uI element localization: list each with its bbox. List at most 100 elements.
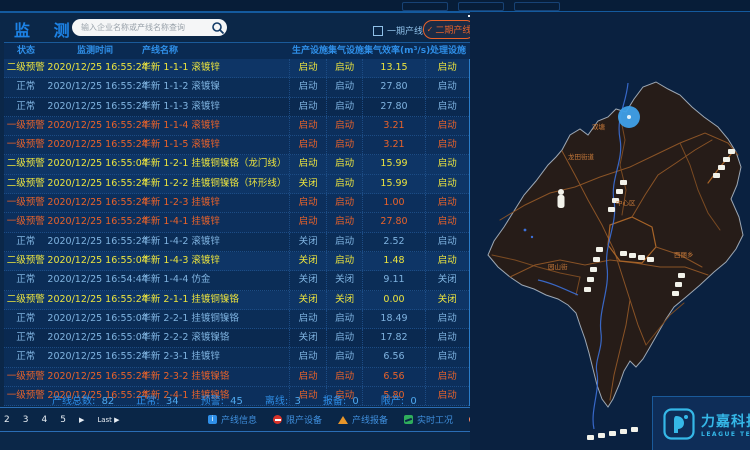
- cell-line-name: 华新 1-1-2 滚镀镍: [141, 78, 289, 96]
- cell-status: 一级预警: [4, 194, 47, 212]
- table-row[interactable]: 二级预警 2020/12/25 16:55:24 华新 1-2-2 挂镀铜镍铬（…: [4, 175, 469, 194]
- cell-line-name: 华新 1-1-4 滚镀锌: [141, 117, 289, 135]
- cell-production-facility: 关闭: [289, 271, 326, 289]
- cell-line-name: 华新 2-3-1 挂镀锌: [141, 348, 289, 366]
- table-row[interactable]: 一级预警 2020/12/25 16:55:24 华新 1-1-5 滚镀锌 启动…: [4, 136, 469, 155]
- page-button[interactable]: 4: [41, 415, 47, 425]
- cell-time: 2020/12/25 16:55:04: [47, 155, 141, 173]
- cell-treatment-facility: 启动: [425, 368, 469, 386]
- road-sign-chip: [638, 255, 645, 260]
- table-row[interactable]: 一级预警 2020/12/25 16:55:24 华新 1-1-4 滚镀锌 启动…: [4, 117, 469, 136]
- next-page-button[interactable]: ▶: [79, 416, 84, 424]
- legend-item-limit-circle[interactable]: 限产设备: [273, 413, 322, 426]
- road-sign-chip: [723, 157, 730, 162]
- search-button[interactable]: [211, 21, 225, 35]
- page-button[interactable]: 3: [23, 415, 29, 425]
- cell-treatment-facility: 启动: [425, 213, 469, 231]
- cell-treatment-facility: 关闭: [425, 271, 469, 289]
- legend-label: 限产设备: [286, 413, 322, 426]
- district-boundary: [488, 82, 743, 407]
- legend-item-report-triangle[interactable]: 产线报备: [338, 413, 388, 426]
- monitoring-dashboard: 监 测 一期产线 ✓ 二期产线 状态监测时间产线名称生产设施集气设施集气效率(m…: [0, 0, 750, 450]
- search-input[interactable]: [72, 23, 211, 32]
- page-button[interactable]: 5: [60, 415, 66, 425]
- cell-line-name: 华新 1-1-5 滚镀锌: [141, 136, 289, 154]
- table-row[interactable]: 正常 2020/12/25 16:54:44 华新 1-4-4 仿金 关闭 关闭…: [4, 271, 469, 290]
- road-sign-chip: [598, 433, 605, 438]
- search-box: [72, 19, 227, 36]
- table-body: 二级预警 2020/12/25 16:55:24 华新 1-1-1 滚镀锌 启动…: [4, 59, 471, 406]
- cell-gas-efficiency: 1.00: [362, 194, 424, 212]
- cell-treatment-facility: 启动: [425, 348, 469, 366]
- cell-gas-efficiency: 6.56: [362, 368, 424, 386]
- cell-status: 一级预警: [4, 136, 47, 154]
- table-row[interactable]: 二级预警 2020/12/25 16:55:04 华新 1-4-3 滚镀锌 关闭…: [4, 252, 469, 271]
- brand-panel: 力嘉科技 LEAGUE TECH: [652, 396, 750, 450]
- table-row[interactable]: 一级预警 2020/12/25 16:55:24 华新 1-2-3 挂镀锌 启动…: [4, 194, 469, 213]
- table-row[interactable]: 一级预警 2020/12/25 16:55:24 华新 1-4-1 挂镀锌 启动…: [4, 213, 469, 232]
- legend-item-info-square[interactable]: i产线信息: [208, 413, 257, 426]
- monitor-table: 状态监测时间产线名称生产设施集气设施集气效率(m³/s)处理设施 二级预警 20…: [4, 42, 471, 406]
- table-row[interactable]: 正常 2020/12/25 16:55:24 华新 1-1-2 滚镀镍 启动 启…: [4, 78, 469, 97]
- cell-gas-facility: 启动: [326, 175, 363, 193]
- cell-status: 一级预警: [4, 213, 47, 231]
- cell-line-name: 华新 1-2-2 挂镀铜镍铬（环形线）: [141, 175, 289, 193]
- cell-time: 2020/12/25 16:55:04: [47, 252, 141, 270]
- cell-treatment-facility: 启动: [425, 98, 469, 116]
- summary-bar: 产线总数: 82正常: 34预警: 45离线: 3报备: 0限产: 0: [52, 392, 452, 407]
- cell-status: 二级预警: [4, 175, 47, 193]
- cell-gas-efficiency: 27.80: [362, 213, 424, 231]
- legend-item-realtime[interactable]: 实时工况: [404, 413, 453, 426]
- cell-time: 2020/12/25 16:55:24: [47, 98, 141, 116]
- road-sign-chip: [647, 257, 654, 262]
- phase1-checkbox[interactable]: 一期产线: [373, 24, 423, 37]
- cell-gas-efficiency: 3.21: [362, 136, 424, 154]
- cell-gas-facility: 启动: [326, 252, 363, 270]
- road-sign-chip: [609, 431, 616, 436]
- table-row[interactable]: 二级预警 2020/12/25 16:55:04 华新 1-2-1 挂镀铜镍铬（…: [4, 155, 469, 174]
- cell-gas-efficiency: 9.11: [362, 271, 424, 289]
- cell-gas-facility: 启动: [326, 194, 363, 212]
- road-sign-chip: [616, 189, 623, 194]
- column-header: 状态: [4, 43, 48, 59]
- summary-item: 产线总数: 82: [52, 392, 114, 407]
- cell-production-facility: 关闭: [289, 233, 326, 251]
- summary-item: 限产: 0: [381, 392, 417, 407]
- cell-time: 2020/12/25 16:55:24: [47, 291, 141, 309]
- district-map[interactable]: 双塘龙田街道中心区园山街西丽乡: [470, 12, 750, 450]
- cell-status: 二级预警: [4, 291, 47, 309]
- table-row[interactable]: 正常 2020/12/25 16:55:24 华新 1-1-3 滚镀锌 启动 启…: [4, 98, 469, 117]
- table-row[interactable]: 正常 2020/12/25 16:55:04 华新 2-2-2 滚镀镍铬 关闭 …: [4, 329, 469, 348]
- cell-time: 2020/12/25 16:55:04: [47, 310, 141, 328]
- cell-gas-efficiency: 18.49: [362, 310, 424, 328]
- cell-line-name: 华新 1-4-1 挂镀锌: [141, 213, 289, 231]
- table-row[interactable]: 正常 2020/12/25 16:55:24 华新 1-4-2 滚镀锌 关闭 启…: [4, 233, 469, 252]
- cell-production-facility: 关闭: [289, 252, 326, 270]
- cell-gas-facility: 启动: [326, 329, 363, 347]
- road-sign-chip: [672, 291, 679, 296]
- legend-label: 产线报备: [352, 413, 388, 426]
- cell-status: 正常: [4, 78, 47, 96]
- last-page-button[interactable]: Last ▶: [97, 416, 119, 424]
- road-sign-chip: [593, 257, 600, 262]
- table-row[interactable]: 正常 2020/12/25 16:55:04 华新 2-2-1 挂镀铜镍铬 启动…: [4, 310, 469, 329]
- page-button[interactable]: 2: [4, 415, 10, 425]
- alarm-location-marker[interactable]: [618, 106, 640, 128]
- cell-production-facility: 启动: [289, 98, 326, 116]
- road-sign-chip: [629, 253, 636, 258]
- table-row[interactable]: 一级预警 2020/12/25 16:55:24 华新 2-3-2 挂镀镍铬 启…: [4, 368, 469, 387]
- table-row[interactable]: 二级预警 2020/12/25 16:55:24 华新 1-1-1 滚镀锌 启动…: [4, 59, 469, 78]
- cell-gas-facility: 关闭: [326, 271, 363, 289]
- table-row[interactable]: 正常 2020/12/25 16:55:24 华新 2-3-1 挂镀锌 启动 启…: [4, 348, 469, 367]
- cell-time: 2020/12/25 16:54:44: [47, 271, 141, 289]
- phase1-label: 一期产线: [387, 24, 423, 37]
- road-sign-chip: [620, 429, 627, 434]
- report-triangle-icon: [338, 416, 348, 424]
- cell-gas-facility: 启动: [326, 310, 363, 328]
- cell-line-name: 华新 2-2-1 挂镀铜镍铬: [141, 310, 289, 328]
- road-sign-chip: [587, 435, 594, 440]
- cell-production-facility: 关闭: [289, 175, 326, 193]
- map-canvas: 双塘龙田街道中心区园山街西丽乡: [480, 55, 750, 450]
- legend-label: 实时工况: [417, 413, 453, 426]
- table-row[interactable]: 二级预警 2020/12/25 16:55:24 华新 2-1-1 挂镀铜镍铬 …: [4, 291, 469, 310]
